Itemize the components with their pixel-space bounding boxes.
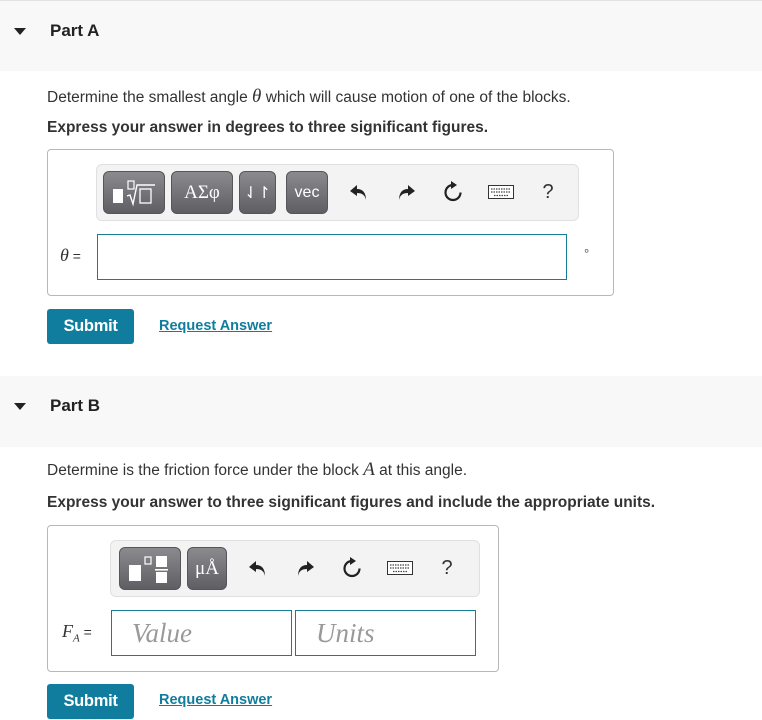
theta-variable: θ: [252, 86, 262, 107]
keyboard-icon[interactable]: [387, 555, 413, 581]
units-input[interactable]: Units: [295, 610, 476, 656]
templates-button[interactable]: [119, 547, 181, 590]
part-b-answer-box: μÅ ? FA = Value Units: [47, 525, 499, 672]
help-icon[interactable]: ?: [434, 555, 460, 581]
theta-answer-input[interactable]: [97, 234, 567, 280]
part-b-instruction: Express your answer to three significant…: [47, 494, 656, 511]
part-a-submit-button[interactable]: Submit: [47, 309, 134, 344]
block-a-variable: A: [363, 459, 375, 480]
part-a-question: Determine the smallest angle θ which wil…: [47, 86, 571, 107]
keyboard-icon[interactable]: [488, 179, 514, 205]
redo-icon[interactable]: [292, 555, 318, 581]
collapse-caret-icon[interactable]: [14, 403, 26, 410]
theta-label: θ =: [60, 245, 81, 265]
reset-icon[interactable]: [440, 179, 466, 205]
value-input[interactable]: Value: [111, 610, 292, 656]
fraction-radical-icon: [113, 179, 155, 207]
collapse-caret-icon[interactable]: [14, 28, 26, 35]
arrows-button[interactable]: ⇃↾: [239, 171, 276, 214]
part-a-title: Part A: [50, 21, 100, 40]
part-a-header[interactable]: Part A: [0, 0, 762, 71]
redo-icon[interactable]: [393, 179, 419, 205]
units-button[interactable]: μÅ: [187, 547, 227, 590]
part-b-submit-button[interactable]: Submit: [47, 684, 134, 719]
part-b-title: Part B: [50, 396, 101, 415]
part-a-answer-box: ΑΣφ ⇃↾ vec ? θ = °: [47, 149, 614, 296]
part-a-instruction: Express your answer in degrees to three …: [47, 119, 489, 136]
friction-force-label: FA =: [62, 621, 92, 645]
vector-button[interactable]: vec: [286, 171, 328, 214]
part-a-math-toolbar: ΑΣφ ⇃↾ vec ?: [96, 164, 579, 221]
part-b-request-answer-link[interactable]: Request Answer: [159, 692, 272, 708]
part-a-request-answer-link[interactable]: Request Answer: [159, 318, 272, 334]
templates-icon: [129, 555, 168, 583]
part-b-math-toolbar: μÅ ?: [110, 540, 480, 597]
undo-icon[interactable]: [245, 555, 271, 581]
degree-unit: °: [584, 246, 590, 261]
undo-icon[interactable]: [346, 179, 372, 205]
greek-symbols-button[interactable]: ΑΣφ: [171, 171, 233, 214]
reset-icon[interactable]: [339, 555, 365, 581]
part-b-question: Determine is the friction force under th…: [47, 459, 467, 480]
part-b-header[interactable]: Part B: [0, 376, 762, 447]
templates-button[interactable]: [103, 171, 165, 214]
help-icon[interactable]: ?: [535, 179, 561, 205]
